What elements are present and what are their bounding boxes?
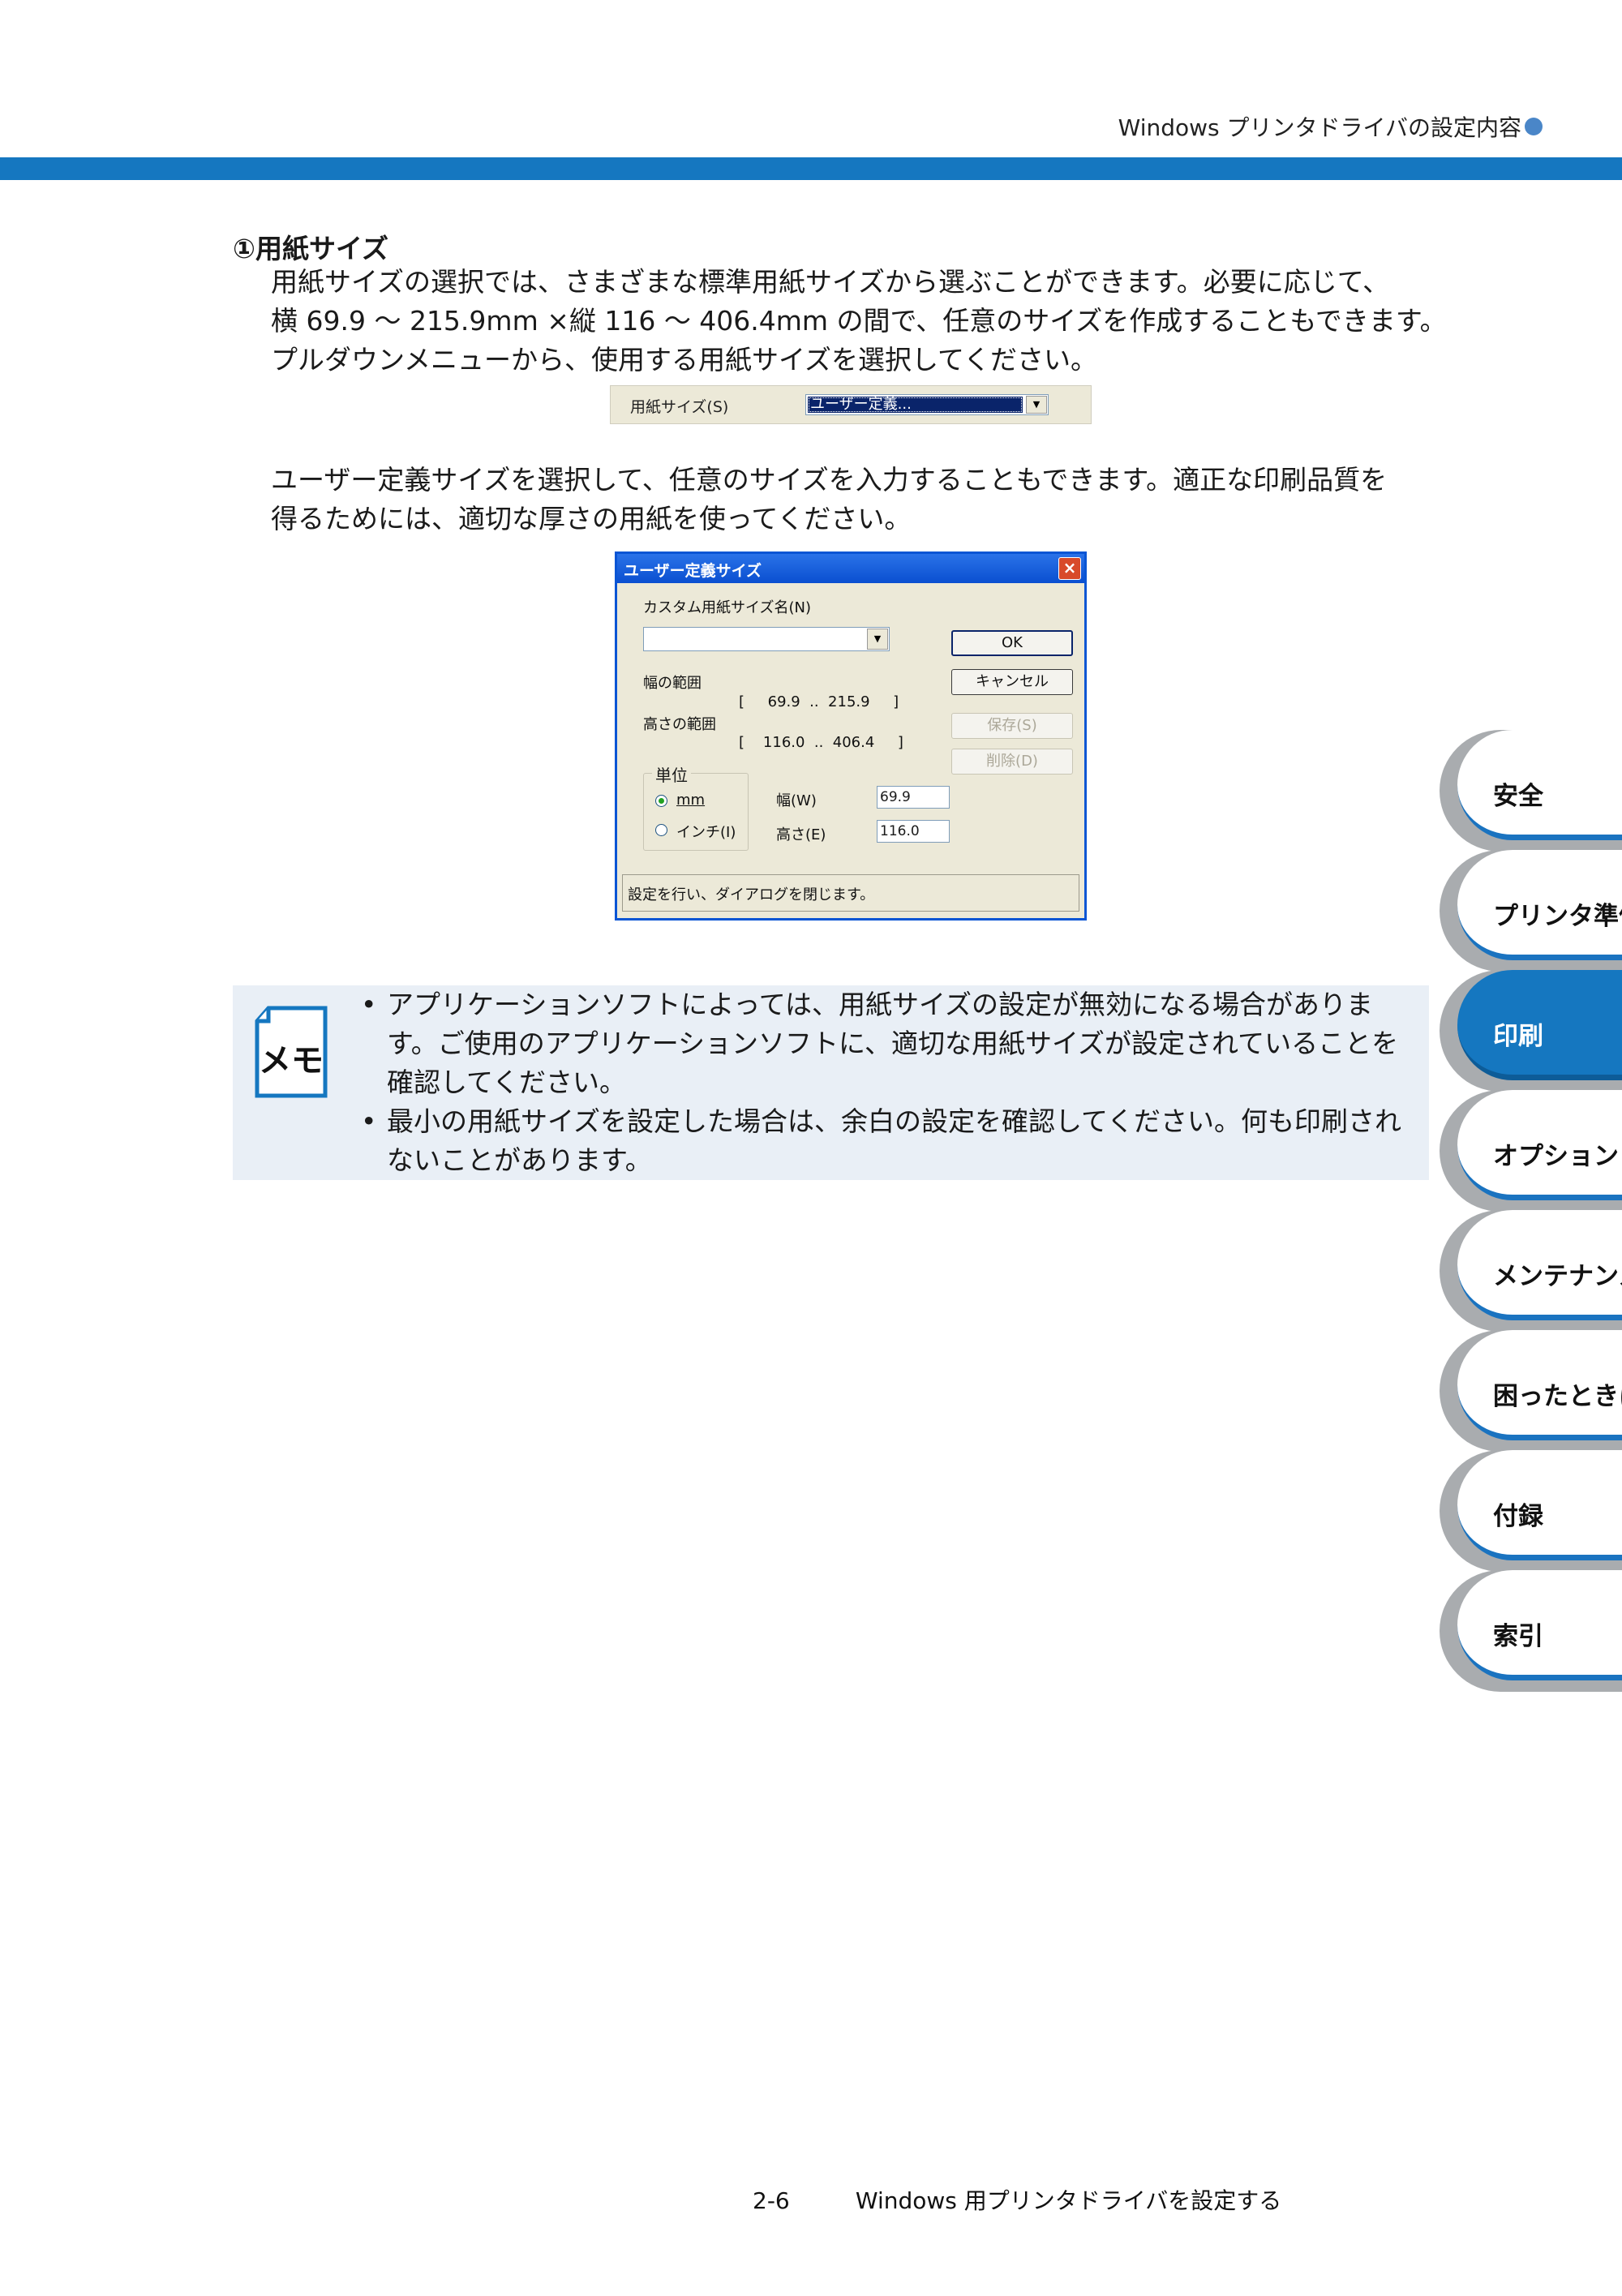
text-line: ないことがあります。 [387,1144,652,1176]
tab-label: 印刷 [1493,1022,1543,1051]
custom-name-combo[interactable]: ▼ [643,627,890,651]
text-line: 確認してください。 [387,1066,627,1098]
tab-index[interactable]: 索引 [1440,1570,1622,1692]
tab-label: 安全 [1493,782,1543,811]
unit-inch-label: インチ(I) [676,824,736,841]
text-line: す。ご使用のアプリケーションソフトに、適切な用紙サイズが設定されていることを [387,1028,1399,1059]
page-number: 2-6 [753,2187,790,2214]
unit-group-label: 単位 [652,762,691,786]
dialog-title: ユーザー定義サイズ [624,562,762,580]
dialog-status-text: 設定を行い、ダイアログを閉じます。 [628,886,875,903]
cancel-button[interactable]: キャンセル [951,669,1073,695]
running-header-text: Windows プリンタドライバの設定内容 [1118,114,1521,141]
ok-button[interactable]: OK [951,630,1073,656]
height-range-value: [ 116.0 .. 406.4 ] [739,734,903,751]
tab-safety[interactable]: 安全 [1440,730,1622,852]
width-label: 幅(W) [776,792,817,809]
running-header: Windows プリンタドライバの設定内容 [1118,110,1543,143]
tab-label: プリンタ準備 [1493,902,1622,931]
text-line: 得るためには、適切な厚さの用紙を使ってください。 [271,503,912,534]
dialog-status-bar: 設定を行い、ダイアログを閉じます。 [622,874,1079,912]
unit-mm-label: mm [676,792,706,809]
tab-maintenance[interactable]: メンテナンス [1440,1210,1622,1332]
text-line: アプリケーションソフトによっては、用紙サイズの設定が無効になる場合がありま [387,989,1374,1020]
paper-size-dropdown[interactable]: ユーザー定義... ▼ [805,394,1049,415]
memo-icon-text: メモ [259,1042,324,1079]
chevron-down-icon[interactable]: ▼ [1026,396,1047,414]
width-range-label: 幅の範囲 [643,675,702,692]
intro-paragraph: 用紙サイズの選択では、さまざまな標準用紙サイズから選ぶことができます。必要に応じ… [271,263,1447,380]
tab-label: 索引 [1493,1622,1543,1651]
width-range-value: [ 69.9 .. 215.9 ] [739,693,899,710]
chapter-tabs: 安全 プリンタ準備 印刷 オプション メンテナンス 困ったときは 付録 索引 [1440,730,1622,1727]
tab-label: 困ったときは [1493,1382,1622,1411]
text-line: 横 69.9 〜 215.9mm ×縦 116 〜 406.4mm の間で、任意… [271,305,1447,337]
tab-options[interactable]: オプション [1440,1090,1622,1212]
dialog-titlebar: ユーザー定義サイズ × [617,554,1084,583]
paper-size-label: 用紙サイズ(S) [630,398,729,416]
custom-size-dialog: ユーザー定義サイズ × カスタム用紙サイズ名(N) ▼ 幅の範囲 [ 69.9 … [615,551,1087,921]
bullet-icon: • [361,989,377,1020]
page-footer: 2-6 Windows 用プリンタドライバを設定する [753,2183,1281,2216]
delete-button[interactable]: 削除(D) [951,749,1073,775]
width-input[interactable]: 69.9 [877,786,950,809]
footer-title: Windows 用プリンタドライバを設定する [855,2187,1282,2214]
text-line: 最小の用紙サイズを設定した場合は、余白の設定を確認してください。何も印刷され [387,1105,1402,1137]
section-heading: ①用紙サイズ [233,233,388,264]
text-line: ユーザー定義サイズを選択して、任意のサイズを入力することもできます。適正な印刷品… [271,464,1388,496]
paper-size-row: 用紙サイズ(S) ユーザー定義... ▼ [610,385,1092,424]
close-button[interactable]: × [1058,557,1081,580]
unit-mm-radio[interactable] [655,795,667,807]
paper-size-selected: ユーザー定義... [808,397,1023,413]
memo-icon: メモ [255,1006,328,1098]
text-line: 用紙サイズの選択では、さまざまな標準用紙サイズから選ぶことができます。必要に応じ… [271,266,1390,298]
custom-name-label: カスタム用紙サイズ名(N) [643,599,811,616]
height-range-label: 高さの範囲 [643,716,716,733]
height-label: 高さ(E) [776,826,826,843]
tab-label: オプション [1493,1142,1619,1171]
chevron-down-icon[interactable]: ▼ [867,629,888,650]
header-bar [0,157,1622,180]
tab-troubleshooting[interactable]: 困ったときは [1440,1330,1622,1452]
tab-label: メンテナンス [1493,1262,1622,1291]
text-line: プルダウンメニューから、使用する用紙サイズを選択してください。 [271,344,1098,376]
unit-inch-radio[interactable] [655,824,667,836]
memo-box: メモ • アプリケーションソフトによっては、用紙サイズの設定が無効になる場合があ… [233,985,1429,1180]
tab-printer-setup[interactable]: プリンタ準備 [1440,850,1622,972]
tab-label: 付録 [1493,1502,1543,1531]
save-button[interactable]: 保存(S) [951,713,1073,739]
unit-group: 単位 mm インチ(I) [643,762,749,851]
custom-size-paragraph: ユーザー定義サイズを選択して、任意のサイズを入力することもできます。適正な印刷品… [271,461,1422,539]
bullet-icon: • [361,1105,377,1137]
tab-appendix[interactable]: 付録 [1440,1450,1622,1572]
height-input[interactable]: 116.0 [877,820,950,843]
header-bullet-icon [1525,118,1543,135]
tab-printing[interactable]: 印刷 [1440,970,1622,1092]
